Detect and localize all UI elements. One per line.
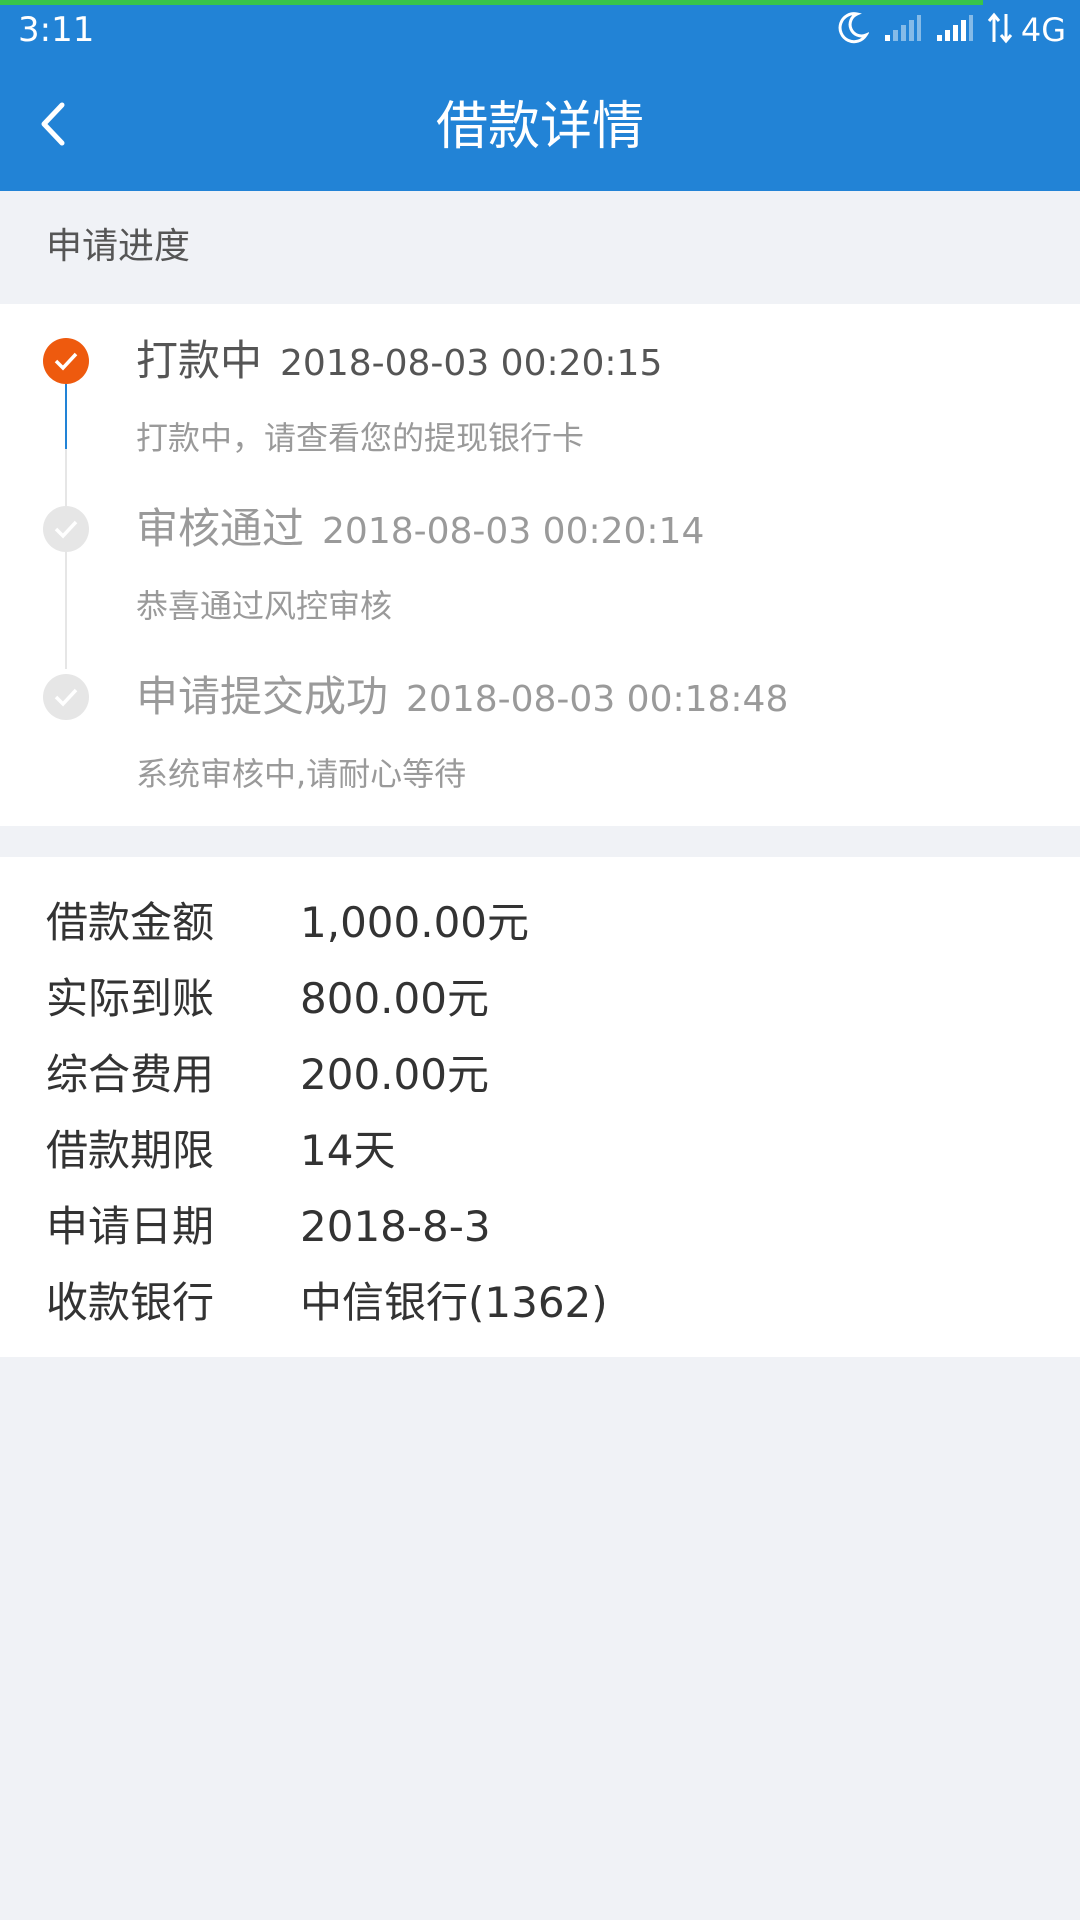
timeline-step: 申请提交成功 2018-08-03 00:18:48 系统审核中,请耐心等待: [0, 640, 1080, 793]
detail-value: 200.00元: [300, 1050, 489, 1099]
detail-value: 1,000.00元: [300, 898, 530, 947]
status-time: 3:11: [18, 10, 95, 50]
app-header: 3:11 4G 借款详情: [0, 0, 1080, 191]
detail-label: 收款银行: [46, 1278, 215, 1327]
signal-strong-icon: [935, 13, 973, 47]
detail-label: 申请日期: [46, 1202, 215, 1251]
status-icons: 4G: [823, 8, 1066, 52]
detail-label: 实际到账: [46, 974, 215, 1023]
moon-icon: [837, 11, 870, 49]
step-status: 打款中: [136, 336, 263, 385]
timeline-step: 审核通过 2018-08-03 00:20:14 恭喜通过风控审核: [0, 472, 1080, 625]
detail-row-bank: 收款银行 中信银行(1362): [0, 1265, 1080, 1341]
step-description: 恭喜通过风控审核: [136, 587, 393, 625]
detail-value: 14天: [300, 1126, 396, 1175]
step-status: 审核通过: [136, 504, 305, 553]
detail-label: 综合费用: [46, 1050, 215, 1099]
signal-weak-icon: [883, 13, 921, 47]
progress-section-title: 申请进度: [46, 226, 191, 267]
data-arrows-icon: [987, 12, 1013, 48]
detail-row-apply-date: 申请日期 2018-8-3: [0, 1189, 1080, 1265]
network-type-label: 4G: [1020, 11, 1066, 49]
detail-row-term: 借款期限 14天: [0, 1113, 1080, 1189]
detail-value: 2018-8-3: [300, 1202, 491, 1251]
step-time: 2018-08-03 00:18:48: [406, 679, 789, 720]
step-check-icon: [43, 506, 89, 552]
detail-label: 借款金额: [46, 898, 215, 947]
step-check-icon: [43, 338, 89, 384]
page-title: 借款详情: [435, 97, 644, 157]
step-status: 申请提交成功: [136, 672, 389, 721]
step-time: 2018-08-03 00:20:15: [280, 343, 663, 384]
timeline-step: 打款中 2018-08-03 00:20:15 打款中，请查看您的提现银行卡: [0, 304, 1080, 457]
detail-value: 中信银行(1362): [300, 1278, 608, 1327]
step-check-icon: [43, 674, 89, 720]
detail-value: 800.00元: [300, 974, 489, 1023]
detail-label: 借款期限: [46, 1126, 215, 1175]
detail-row-fees: 综合费用 200.00元: [0, 1037, 1080, 1113]
loan-details: 借款金额 1,000.00元 实际到账 800.00元 综合费用 200.00元…: [0, 857, 1080, 1357]
detail-row-loan-amount: 借款金额 1,000.00元: [0, 885, 1080, 961]
detail-row-received-amount: 实际到账 800.00元: [0, 961, 1080, 1037]
step-description: 系统审核中,请耐心等待: [136, 755, 467, 793]
step-time: 2018-08-03 00:20:14: [322, 511, 705, 552]
step-description: 打款中，请查看您的提现银行卡: [136, 419, 585, 457]
page-load-progress: [0, 0, 983, 5]
progress-section-header: 申请进度: [0, 191, 1080, 304]
progress-timeline: 打款中 2018-08-03 00:20:15 打款中，请查看您的提现银行卡 审核…: [0, 304, 1080, 826]
